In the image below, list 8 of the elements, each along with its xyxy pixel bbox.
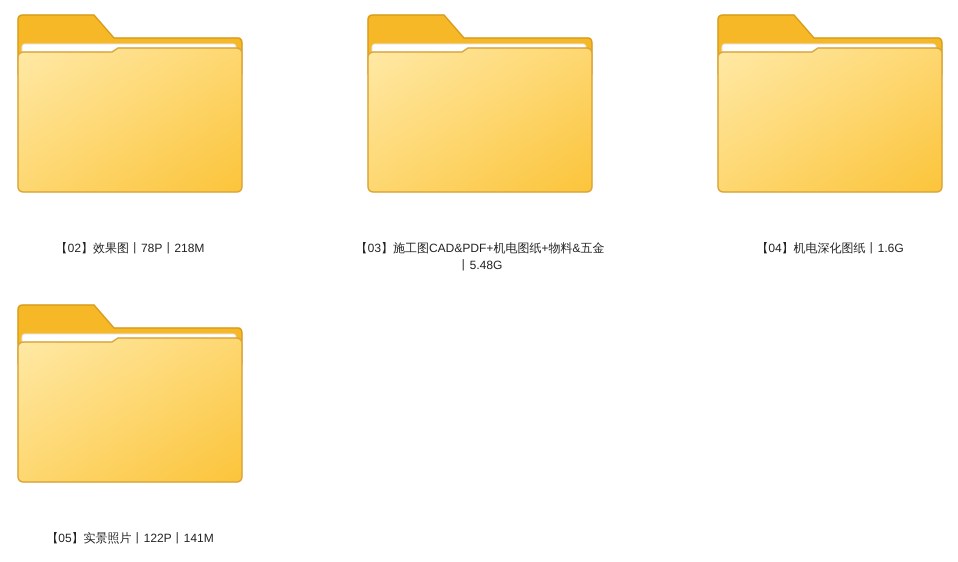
folder-name: 【04】机电深化图纸丨1.6G (755, 240, 905, 257)
folder-icon (16, 304, 244, 484)
folder-icon (366, 14, 594, 194)
folder-name: 【03】施工图CAD&PDF+机电图纸+物料&五金丨5.48G (355, 240, 605, 274)
folder-icon (16, 14, 244, 194)
folder-name: 【05】实景照片丨122P丨141M (45, 530, 215, 547)
folder-icon (716, 14, 944, 194)
folder-name: 【02】效果图丨78P丨218M (54, 240, 206, 257)
